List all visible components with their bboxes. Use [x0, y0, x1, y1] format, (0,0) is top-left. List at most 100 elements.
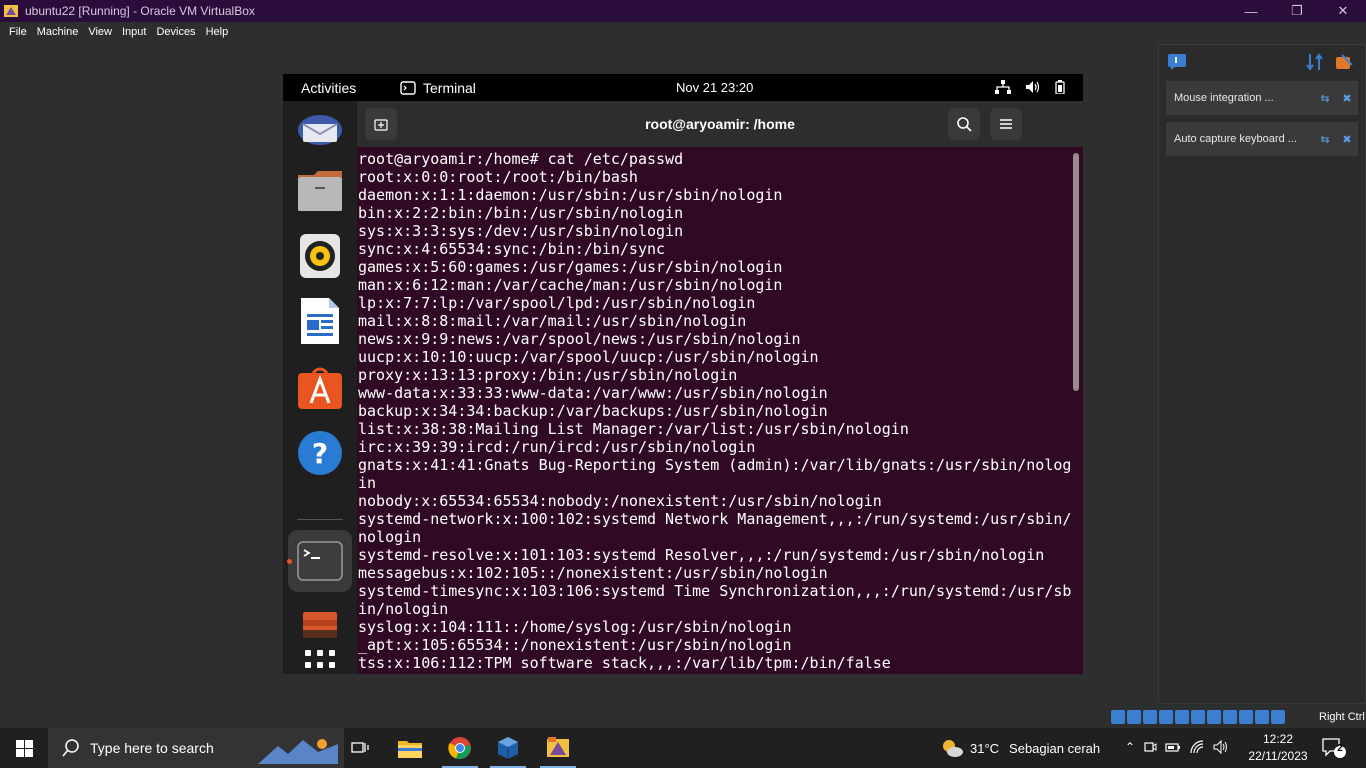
restore-button[interactable]: ❐	[1274, 0, 1320, 22]
notice-help-icon[interactable]: ⇆	[1314, 133, 1336, 146]
notification-count: 2	[1337, 743, 1343, 754]
close-button[interactable]: ✕	[1320, 0, 1366, 22]
notice-text: Mouse integration ...	[1174, 92, 1274, 104]
ubuntu-screen[interactable]: Activities Terminal Nov 21 23:20 ? root@…	[283, 74, 1083, 674]
terminal-scrollbar[interactable]	[1073, 153, 1079, 391]
taskbar-clock[interactable]: 12:22 22/11/2023	[1246, 731, 1310, 765]
show-apps-icon[interactable]	[296, 641, 344, 674]
search-button[interactable]	[948, 108, 980, 140]
chrome-icon	[448, 737, 471, 760]
menu-button[interactable]	[990, 108, 1022, 140]
file-explorer-button[interactable]	[386, 728, 434, 768]
dismiss-all-icon[interactable]	[1334, 53, 1354, 71]
notice-text: Auto capture keyboard ...	[1174, 133, 1297, 145]
shared-folders-icon[interactable]	[1191, 710, 1205, 724]
battery-icon[interactable]	[1165, 740, 1181, 754]
app-menu-label: Terminal	[423, 80, 476, 96]
terminal-app-icon	[400, 81, 416, 95]
wifi-icon[interactable]	[1189, 740, 1205, 754]
menu-help[interactable]: Help	[201, 26, 234, 38]
terminal-output[interactable]: root@aryoamir:/home# cat /etc/passwd roo…	[358, 150, 1072, 672]
terminal-headerbar: root@aryoamir: /home – ▣ ✕	[357, 101, 1083, 147]
activities-button[interactable]: Activities	[301, 80, 356, 96]
system-tray[interactable]: ⌃	[1125, 740, 1229, 754]
menu-devices[interactable]: Devices	[151, 26, 200, 38]
task-view-icon	[351, 742, 369, 753]
window-title: ubuntu22 [Running] - Oracle VM VirtualBo…	[25, 4, 255, 18]
clock[interactable]: Nov 21 23:20	[676, 80, 753, 95]
thunderbird-icon[interactable]	[296, 106, 344, 154]
notification-center-button[interactable]: 2	[1322, 738, 1346, 758]
display-icon[interactable]	[1207, 710, 1221, 724]
virtualbox-icon	[498, 737, 518, 759]
search-highlight-icon	[258, 739, 338, 764]
search-placeholder: Type here to search	[90, 740, 214, 756]
vbox-notification-panel: Mouse integration ... ⇆ ✖ Auto capture k…	[1158, 44, 1366, 704]
sort-icon[interactable]	[1305, 53, 1325, 71]
notice-mouse-integration[interactable]: Mouse integration ... ⇆ ✖	[1166, 81, 1358, 115]
cpu-icon[interactable]	[1239, 710, 1253, 724]
vbox-device-icons	[1111, 710, 1285, 724]
file-explorer-icon	[398, 741, 422, 758]
audio-icon[interactable]	[1143, 710, 1157, 724]
windows-logo-icon	[15, 739, 33, 757]
files-icon[interactable]	[296, 166, 344, 214]
keyboard-capture-icon[interactable]	[1271, 710, 1285, 724]
windows-taskbar: Type here to search 31°C Sebagian cerah …	[0, 728, 1366, 768]
weather-widget[interactable]: 31°C Sebagian cerah	[940, 728, 1100, 768]
system-tray[interactable]	[995, 80, 1065, 94]
taskbar-time: 12:22	[1262, 732, 1294, 746]
menu-view[interactable]: View	[83, 26, 117, 38]
virtualbox-vm-button[interactable]	[534, 728, 582, 768]
minimize-button[interactable]: —	[1228, 0, 1274, 22]
notice-auto-capture-keyboard[interactable]: Auto capture keyboard ... ⇆ ✖	[1166, 122, 1358, 156]
writer-icon[interactable]	[296, 297, 344, 345]
usb-icon[interactable]	[1175, 710, 1189, 724]
menu-file[interactable]: File	[4, 26, 32, 38]
help-icon[interactable]: ?	[296, 429, 344, 477]
hamburger-icon	[1000, 119, 1012, 129]
gnome-top-bar: Activities Terminal Nov 21 23:20	[283, 74, 1083, 101]
network-icon	[995, 80, 1011, 94]
network-adapter-icon[interactable]	[1159, 710, 1173, 724]
chrome-button[interactable]	[436, 728, 484, 768]
weather-temperature: 31°C	[970, 740, 1000, 756]
notice-help-icon[interactable]: ⇆	[1314, 92, 1336, 105]
search-icon	[957, 117, 972, 132]
virtualbox-vm-icon	[547, 737, 569, 757]
search-icon	[62, 739, 79, 757]
chevron-up-icon[interactable]: ⌃	[1125, 740, 1135, 754]
taskbar-search-box[interactable]: Type here to search	[48, 728, 344, 768]
speaker-icon[interactable]	[1213, 740, 1229, 754]
recording-icon[interactable]	[1223, 710, 1237, 724]
vbox-titlebar: ubuntu22 [Running] - Oracle VM VirtualBo…	[0, 0, 1366, 22]
start-button[interactable]	[0, 728, 48, 768]
ubuntu-dock: ?	[283, 101, 357, 674]
mouse-integration-icon[interactable]	[1255, 710, 1269, 724]
virtualbox-manager-button[interactable]	[484, 728, 532, 768]
battery-icon	[1055, 80, 1065, 94]
menu-machine[interactable]: Machine	[32, 26, 84, 38]
meet-now-icon[interactable]	[1143, 740, 1157, 754]
notification-center-icon[interactable]	[1167, 53, 1187, 71]
app-menu[interactable]: Terminal	[400, 80, 476, 96]
task-view-button[interactable]	[336, 728, 384, 768]
partly-sunny-icon	[943, 740, 963, 757]
vbox-statusbar: Right Ctrl	[0, 706, 1366, 728]
notice-close-icon[interactable]: ✖	[1336, 92, 1358, 105]
menu-input[interactable]: Input	[117, 26, 151, 38]
weather-condition: Sebagian cerah	[1009, 740, 1101, 756]
volume-icon	[1026, 81, 1040, 93]
notice-close-icon[interactable]: ✖	[1336, 133, 1358, 146]
hard-disk-icon[interactable]	[1111, 710, 1125, 724]
virtualbox-app-icon	[4, 5, 18, 17]
host-key-label: Right Ctrl	[1319, 711, 1365, 723]
app-center-icon[interactable]	[296, 363, 344, 411]
vbox-menubar: File Machine View Input Devices Help	[0, 22, 1366, 42]
rhythmbox-icon[interactable]	[296, 232, 344, 280]
optical-drive-icon[interactable]	[1127, 710, 1141, 724]
running-indicator	[287, 559, 292, 564]
terminal-icon[interactable]	[296, 537, 344, 585]
terminal-body[interactable]: root@aryoamir:/home# cat /etc/passwd roo…	[357, 147, 1083, 674]
svg-text:?: ?	[312, 437, 328, 470]
